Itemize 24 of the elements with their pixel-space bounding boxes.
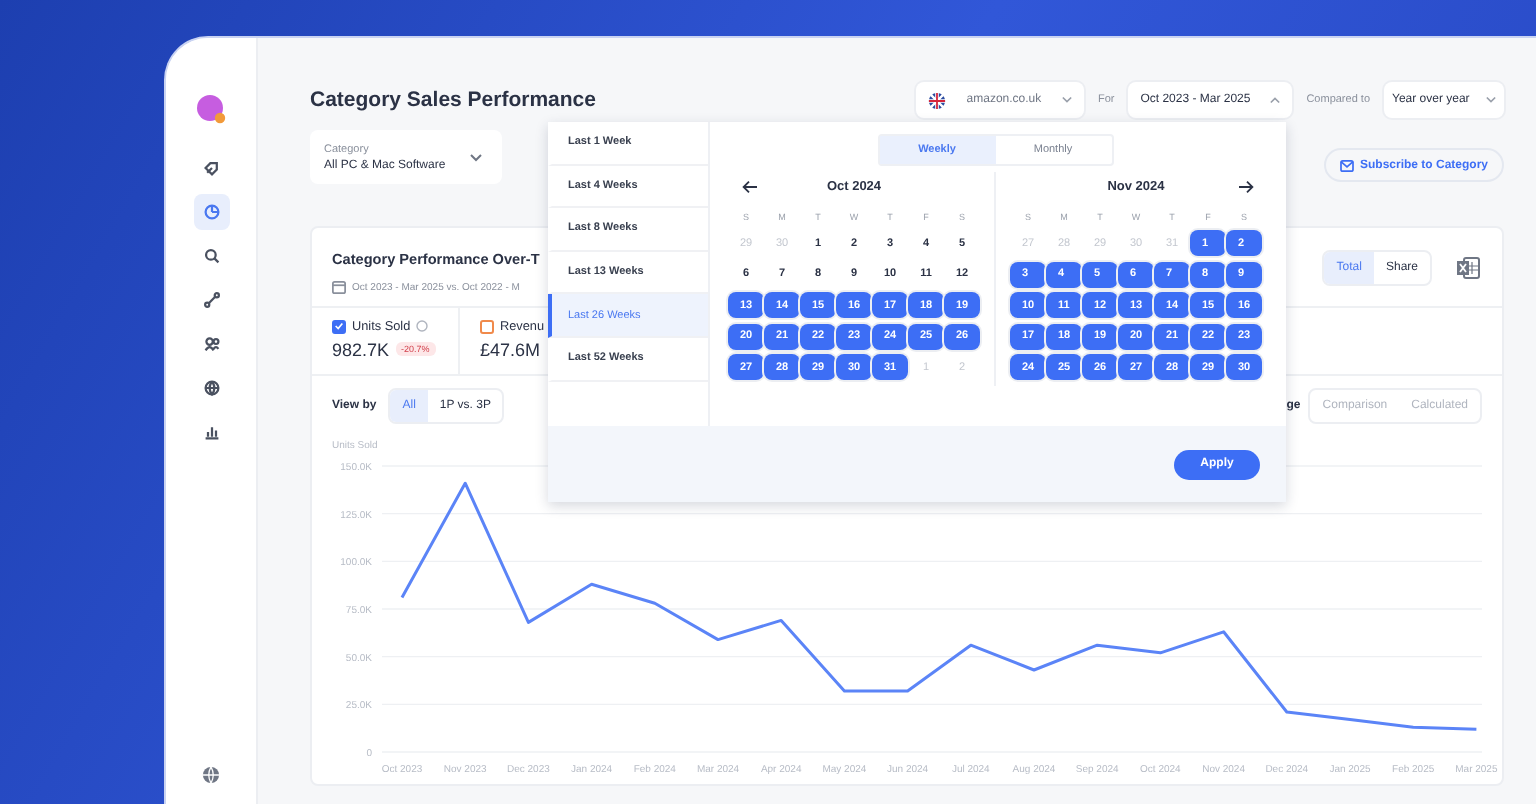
calendar-icon xyxy=(332,280,346,294)
logo-icon xyxy=(196,94,226,124)
metric-value: 982.7K xyxy=(332,339,390,360)
globe-icon[interactable] xyxy=(202,766,220,784)
arrow-left-icon[interactable] xyxy=(742,180,758,194)
info-icon xyxy=(416,320,429,333)
search-icon xyxy=(203,248,219,264)
checkbox[interactable] xyxy=(480,319,494,334)
caret-icon xyxy=(1061,96,1072,104)
spreadsheet-icon[interactable] xyxy=(1456,256,1480,280)
bar-chart-icon xyxy=(203,424,219,440)
mail-icon xyxy=(1339,159,1354,171)
page-title: Category Sales Performance xyxy=(310,88,596,112)
checkbox[interactable] xyxy=(332,319,346,334)
arrow-right-icon[interactable] xyxy=(1238,180,1254,194)
pie-chart-icon xyxy=(203,204,219,220)
flag-icon xyxy=(927,91,946,109)
metric-value: £47.6M xyxy=(480,339,541,360)
caret-icon xyxy=(470,153,482,161)
share-icon xyxy=(203,292,219,308)
globe-icon xyxy=(203,380,219,396)
users-icon xyxy=(203,336,219,352)
caret-icon xyxy=(1486,96,1496,104)
sidebar-item[interactable] xyxy=(193,194,229,230)
